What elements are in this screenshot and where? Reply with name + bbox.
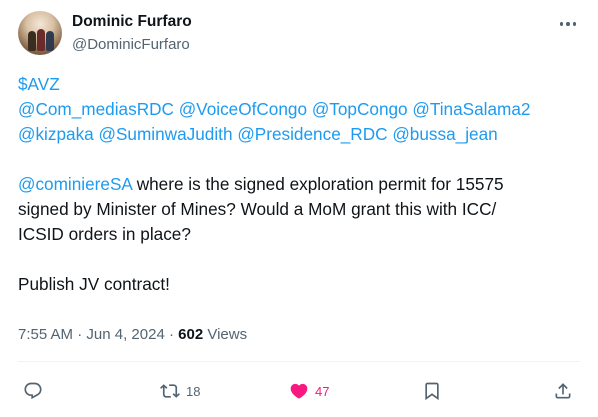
mention-link[interactable]: @kizpaka xyxy=(18,124,94,144)
mention-link[interactable]: @TopCongo xyxy=(312,99,408,119)
meta-separator: · xyxy=(73,326,87,343)
tweet-time[interactable]: 7:55 AM xyxy=(18,326,73,343)
like-button[interactable]: 47 xyxy=(289,376,329,406)
tweet-meta: 7:55 AM · Jun 4, 2024 · 602 Views xyxy=(18,326,247,343)
reply-icon xyxy=(24,382,42,400)
bookmark-icon xyxy=(425,382,439,401)
retweet-icon xyxy=(160,384,180,398)
tweet-date[interactable]: Jun 4, 2024 xyxy=(86,326,164,343)
avatar-figure xyxy=(28,31,36,51)
divider xyxy=(18,361,580,362)
avatar-figure xyxy=(46,31,54,51)
tweet-card[interactable]: Dominic Furfaro @DominicFurfaro $AVZ @Co… xyxy=(0,0,598,417)
views-count: 602 xyxy=(178,326,204,343)
author-name[interactable]: Dominic Furfaro xyxy=(72,13,192,31)
views-label: Views xyxy=(203,326,248,343)
more-icon[interactable] xyxy=(558,14,578,34)
mention-link[interactable]: @Com_mediasRDC xyxy=(18,99,174,119)
share-icon xyxy=(555,383,571,399)
tweet-text: $AVZ @Com_mediasRDC @VoiceOfCongo @TopCo… xyxy=(18,72,588,297)
heart-icon xyxy=(290,383,308,399)
meta-separator: · xyxy=(164,326,179,343)
author-handle[interactable]: @DominicFurfaro xyxy=(72,36,190,53)
like-count: 47 xyxy=(315,383,330,399)
avatar[interactable] xyxy=(18,11,62,55)
cashtag-link[interactable]: $AVZ xyxy=(18,74,60,94)
action-bar: 18 47 xyxy=(0,376,598,406)
share-button[interactable] xyxy=(553,376,573,406)
mention-link[interactable]: @Presidence_RDC xyxy=(237,124,387,144)
mention-link[interactable]: @cominiereSA xyxy=(18,174,132,194)
retweet-count: 18 xyxy=(186,383,201,399)
mention-link[interactable]: @TinaSalama2 xyxy=(412,99,530,119)
tweet-text-line: where is the signed exploration permit f… xyxy=(131,174,504,194)
retweet-button[interactable]: 18 xyxy=(160,376,200,406)
mention-link[interactable]: @SuminwaJudith xyxy=(99,124,233,144)
tweet-text-line: Publish JV contract! xyxy=(18,274,170,294)
mention-link[interactable]: @VoiceOfCongo xyxy=(179,99,307,119)
bookmark-button[interactable] xyxy=(422,376,442,406)
avatar-figure xyxy=(37,29,45,51)
mention-link[interactable]: @bussa_jean xyxy=(392,124,497,144)
reply-button[interactable] xyxy=(23,376,43,406)
tweet-text-line: ICSID orders in place? xyxy=(18,224,191,244)
tweet-text-line: signed by Minister of Mines? Would a MoM… xyxy=(18,199,497,219)
